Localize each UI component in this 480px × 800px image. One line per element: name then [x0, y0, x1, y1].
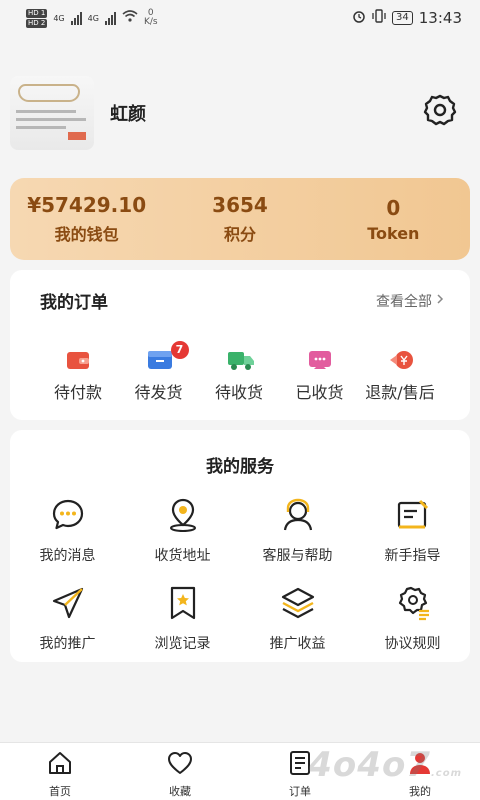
service-label: 收货地址: [154, 548, 211, 564]
truck-icon: [227, 349, 254, 371]
order-refund[interactable]: 退款/售后: [360, 349, 440, 403]
wallet-balance-value: ¥57429.10: [27, 193, 147, 217]
refund-icon: [388, 349, 413, 371]
send-icon: [50, 585, 86, 625]
points-value: 3654: [212, 193, 268, 217]
wallet-balance[interactable]: ¥57429.10 我的钱包: [10, 193, 163, 245]
order-item-label: 已收货: [295, 383, 344, 402]
vibrate-icon: [372, 9, 386, 27]
service-support[interactable]: 客服与帮助: [240, 489, 355, 577]
status-left: HD 1 HD 2 4G 4G 0 K/s: [26, 8, 158, 28]
watermark-suffix: .com: [430, 768, 462, 779]
service-promotion[interactable]: 我的推广: [10, 577, 125, 665]
home-icon: [46, 749, 74, 781]
token-value: 0: [386, 195, 401, 220]
service-label: 我的推广: [39, 636, 96, 652]
signal-icon: [70, 11, 82, 25]
received-icon: [308, 349, 332, 371]
sim-indicators: HD 1 HD 2: [26, 8, 48, 28]
order-item-label: 退款/售后: [365, 383, 435, 402]
order-item-label: 待付款: [53, 383, 102, 402]
service-messages[interactable]: 我的消息: [10, 489, 125, 577]
token-label: Token: [367, 223, 420, 243]
chevron-right-icon: [436, 293, 444, 309]
wallet-icon: [66, 349, 90, 371]
see-all-label: 查看全部: [376, 293, 432, 310]
signal-icon-2: [104, 11, 116, 25]
watermark-text: 4o4o7: [308, 745, 431, 785]
guide-icon: [395, 497, 431, 537]
rules-icon: [395, 585, 431, 625]
service-label: 我的消息: [39, 548, 96, 564]
service-history[interactable]: 浏览记录: [125, 577, 240, 665]
clock: 13:43: [418, 9, 462, 27]
network-type-1: 4G: [53, 13, 65, 23]
user-nickname: 虹颜: [110, 104, 146, 125]
orders-card: 我的订单 查看全部 待付款 7 待发货 待收货 已收货 退款/售后: [10, 270, 470, 420]
nav-favorites[interactable]: 收藏: [120, 743, 240, 800]
services-title: 我的服务: [206, 457, 274, 477]
nav-label: 首页: [49, 785, 71, 798]
settings-gear-icon[interactable]: [422, 92, 458, 128]
services-grid: 我的消息 收货地址 客服与帮助 新手指导 我的推广 浏览记录 推广收益 协议规则: [10, 489, 470, 665]
site-watermark: 4o4o7.com: [308, 745, 462, 785]
service-earnings[interactable]: 推广收益: [240, 577, 355, 665]
orders-title: 我的订单: [40, 293, 108, 313]
order-pending-shipment[interactable]: 7 待发货: [119, 341, 199, 403]
order-received[interactable]: 已收货: [280, 349, 360, 403]
profile-header: 虹颜: [10, 76, 470, 150]
nav-home[interactable]: 首页: [0, 743, 120, 800]
bookmark-icon: [165, 585, 201, 625]
battery-level: 34: [392, 11, 413, 25]
points-label: 积分: [223, 225, 256, 244]
support-icon: [280, 497, 316, 537]
sim2-label: HD 2: [26, 18, 48, 28]
service-label: 浏览记录: [154, 636, 211, 652]
services-card: 我的服务 我的消息 收货地址 客服与帮助 新手指导 我的推广 浏览记录 推广收益…: [10, 430, 470, 662]
network-type-2: 4G: [87, 13, 99, 23]
sim1-label: HD 1: [26, 8, 48, 18]
order-pending-receipt[interactable]: 待收货: [199, 349, 279, 403]
net-speed-unit: K/s: [143, 17, 158, 27]
alarm-icon: [352, 9, 366, 27]
service-rules[interactable]: 协议规则: [355, 577, 470, 665]
order-pending-payment[interactable]: 待付款: [38, 349, 118, 403]
wallet-balance-label: 我的钱包: [54, 225, 119, 244]
service-label: 客服与帮助: [262, 548, 333, 564]
wallet-points[interactable]: 3654 积分: [163, 193, 316, 245]
location-icon: [165, 497, 201, 537]
message-icon: [50, 497, 86, 537]
nav-label: 订单: [289, 785, 311, 798]
order-status-row: 待付款 7 待发货 待收货 已收货 退款/售后: [10, 313, 470, 403]
service-label: 协议规则: [384, 636, 441, 652]
status-right: 34 13:43: [352, 9, 462, 27]
service-guide[interactable]: 新手指导: [355, 489, 470, 577]
status-bar: HD 1 HD 2 4G 4G 0 K/s 34 13:43: [0, 0, 480, 36]
order-item-label: 待收货: [214, 383, 263, 402]
orders-header: 我的订单 查看全部: [10, 270, 470, 313]
wifi-icon: [122, 10, 138, 26]
wallet-token[interactable]: 0 Token: [317, 196, 470, 243]
layers-icon: [280, 585, 316, 625]
service-address[interactable]: 收货地址: [125, 489, 240, 577]
service-label: 新手指导: [384, 548, 441, 564]
service-label: 推广收益: [269, 636, 326, 652]
see-all-orders-link[interactable]: 查看全部: [376, 291, 444, 311]
nav-label: 我的: [409, 785, 431, 798]
heart-icon: [166, 749, 194, 781]
box-icon: [147, 349, 172, 371]
net-speed: 0 K/s: [144, 9, 158, 27]
wallet-card: ¥57429.10 我的钱包 3654 积分 0 Token: [10, 178, 470, 260]
avatar[interactable]: [10, 76, 94, 150]
nav-label: 收藏: [169, 785, 191, 798]
pending-shipment-badge: 7: [170, 341, 189, 359]
order-item-label: 待发货: [134, 383, 183, 402]
